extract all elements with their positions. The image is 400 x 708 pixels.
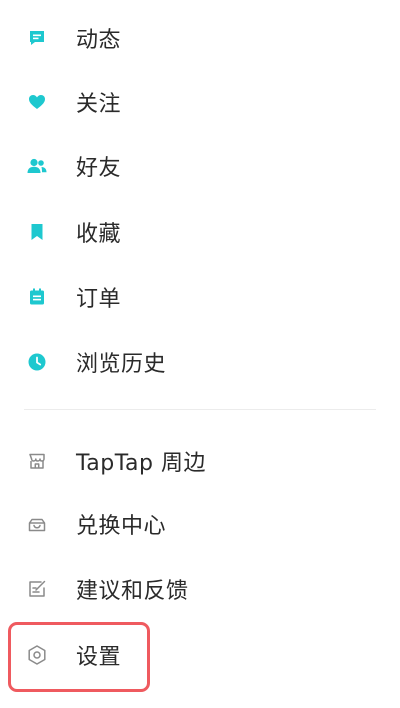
menu-item-favorites[interactable]: 收藏: [0, 202, 400, 262]
shop-icon: [26, 450, 48, 472]
drawer-menu: 动态 关注 好友 收藏 订单 浏览历史 TapTap 周边 兑换中心 建议和反馈…: [0, 0, 400, 708]
order-icon: [26, 286, 48, 308]
menu-item-history[interactable]: 浏览历史: [0, 332, 400, 392]
feed-icon: [26, 27, 48, 49]
menu-item-label: 浏览历史: [76, 352, 167, 377]
bookmark-icon: [26, 221, 48, 243]
menu-item-label: 关注: [76, 92, 122, 117]
menu-item-label: 好友: [76, 156, 122, 181]
feedback-icon: [26, 578, 48, 600]
menu-item-label: 兑换中心: [76, 514, 167, 539]
menu-divider: [24, 409, 376, 410]
redeem-icon: [26, 513, 48, 535]
menu-item-orders[interactable]: 订单: [0, 267, 400, 327]
menu-item-feed[interactable]: 动态: [0, 8, 400, 68]
menu-item-friends[interactable]: 好友: [0, 136, 400, 196]
friends-icon: [26, 155, 48, 177]
settings-icon: [26, 644, 48, 666]
menu-item-taptap-merch[interactable]: TapTap 周边: [0, 431, 400, 491]
menu-item-label: 动态: [76, 28, 122, 53]
menu-item-redeem-center[interactable]: 兑换中心: [0, 494, 400, 554]
menu-item-settings[interactable]: 设置: [0, 625, 400, 685]
heart-icon: [26, 91, 48, 113]
menu-item-label: TapTap 周边: [76, 451, 206, 476]
history-icon: [26, 351, 48, 373]
menu-item-following[interactable]: 关注: [0, 72, 400, 132]
menu-item-feedback[interactable]: 建议和反馈: [0, 559, 400, 619]
menu-item-label: 订单: [76, 287, 122, 312]
menu-item-label: 建议和反馈: [76, 579, 189, 604]
menu-item-label: 收藏: [76, 222, 122, 247]
menu-item-label: 设置: [76, 645, 122, 670]
